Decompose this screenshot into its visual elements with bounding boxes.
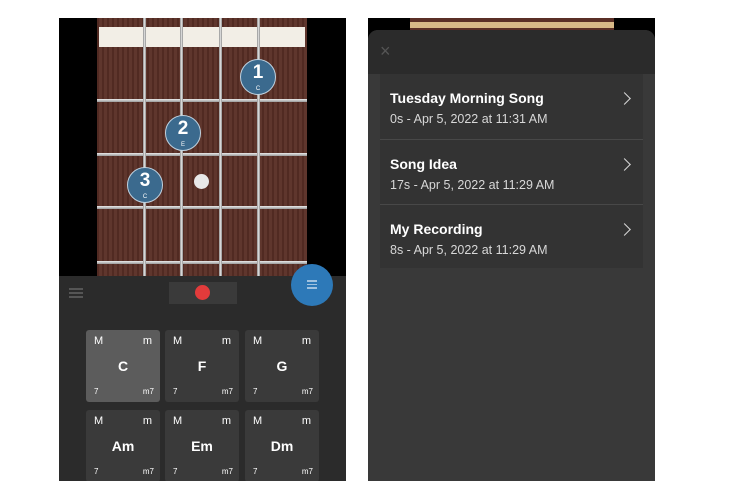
minor-seventh-toggle[interactable]: m7 bbox=[302, 467, 313, 476]
chord-control-panel: M m C 7 m7 M m F 7 m7 M m G 7 m7 M m Am … bbox=[59, 264, 346, 481]
finger-number: 1 bbox=[252, 62, 264, 83]
fretboard bbox=[97, 18, 307, 276]
list-item[interactable]: Tuesday Morning Song 0s - Apr 5, 2022 at… bbox=[380, 74, 643, 139]
chevron-right-icon bbox=[618, 223, 631, 236]
finger-note: E bbox=[180, 142, 185, 148]
finger-note: C bbox=[142, 194, 148, 200]
chord-name: Em bbox=[191, 438, 213, 454]
minor-seventh-toggle[interactable]: m7 bbox=[222, 467, 233, 476]
record-icon bbox=[195, 285, 210, 300]
minor-seventh-toggle[interactable]: m7 bbox=[302, 387, 313, 396]
recording-title: Song Idea bbox=[390, 156, 457, 172]
seventh-toggle[interactable]: 7 bbox=[253, 387, 257, 396]
major-toggle[interactable]: M bbox=[253, 415, 262, 427]
recording-meta: 17s - Apr 5, 2022 at 11:29 AM bbox=[390, 178, 555, 192]
finger-marker[interactable]: 2 E bbox=[165, 115, 201, 151]
fret bbox=[97, 99, 307, 102]
finger-marker[interactable]: 3 C bbox=[127, 167, 163, 203]
chevron-right-icon bbox=[618, 158, 631, 171]
string bbox=[257, 18, 260, 276]
seventh-toggle[interactable]: 7 bbox=[173, 467, 177, 476]
seventh-toggle[interactable]: 7 bbox=[94, 387, 98, 396]
minor-toggle[interactable]: m bbox=[143, 415, 152, 427]
recordings-sheet: × Tuesday Morning Song 0s - Apr 5, 2022 … bbox=[368, 30, 655, 481]
minor-toggle[interactable]: m bbox=[222, 335, 231, 347]
major-toggle[interactable]: M bbox=[173, 415, 182, 427]
close-icon[interactable]: × bbox=[380, 42, 391, 60]
recording-title: My Recording bbox=[390, 221, 483, 237]
minor-seventh-toggle[interactable]: m7 bbox=[143, 387, 154, 396]
chord-name: G bbox=[276, 358, 288, 374]
string bbox=[219, 18, 222, 276]
chord-name: Am bbox=[111, 438, 135, 454]
major-toggle[interactable]: M bbox=[94, 335, 103, 347]
recordings-screen: × Tuesday Morning Song 0s - Apr 5, 2022 … bbox=[368, 18, 655, 481]
recording-meta: 0s - Apr 5, 2022 at 11:31 AM bbox=[390, 112, 548, 126]
minor-toggle[interactable]: m bbox=[222, 415, 231, 427]
seventh-toggle[interactable]: 7 bbox=[94, 467, 98, 476]
record-button[interactable] bbox=[169, 282, 237, 304]
chord-button-g[interactable]: M m G 7 m7 bbox=[245, 330, 319, 402]
recording-title: Tuesday Morning Song bbox=[390, 90, 544, 106]
minor-seventh-toggle[interactable]: m7 bbox=[143, 467, 154, 476]
sheet-header: × bbox=[368, 30, 655, 74]
chord-button-em[interactable]: M m Em 7 m7 bbox=[165, 410, 239, 481]
recordings-list: Tuesday Morning Song 0s - Apr 5, 2022 at… bbox=[380, 74, 643, 268]
minor-seventh-toggle[interactable]: m7 bbox=[222, 387, 233, 396]
chord-name: F bbox=[197, 358, 207, 374]
seventh-toggle[interactable]: 7 bbox=[173, 387, 177, 396]
finger-note: C bbox=[255, 86, 261, 92]
nut bbox=[410, 22, 614, 28]
chord-name: Dm bbox=[270, 438, 294, 454]
chord-button-f[interactable]: M m F 7 m7 bbox=[165, 330, 239, 402]
fret bbox=[97, 261, 307, 264]
minor-toggle[interactable]: m bbox=[302, 335, 311, 347]
finger-number: 3 bbox=[139, 170, 151, 191]
chord-name: C bbox=[117, 358, 129, 374]
chord-player-screen: 1 C 2 E 3 C M m C 7 m7 M m F 7 m7 M m G … bbox=[59, 18, 346, 481]
minor-toggle[interactable]: m bbox=[143, 335, 152, 347]
chevron-right-icon bbox=[618, 92, 631, 105]
finger-marker[interactable]: 1 C bbox=[240, 59, 276, 95]
major-toggle[interactable]: M bbox=[173, 335, 182, 347]
recordings-list-button[interactable] bbox=[291, 264, 333, 306]
recording-meta: 8s - Apr 5, 2022 at 11:29 AM bbox=[390, 243, 548, 257]
fret-inlay-dot bbox=[194, 174, 209, 189]
major-toggle[interactable]: M bbox=[94, 415, 103, 427]
minor-toggle[interactable]: m bbox=[302, 415, 311, 427]
string bbox=[143, 18, 146, 276]
list-item[interactable]: My Recording 8s - Apr 5, 2022 at 11:29 A… bbox=[380, 204, 643, 269]
list-icon bbox=[307, 280, 317, 291]
fret bbox=[97, 206, 307, 209]
seventh-toggle[interactable]: 7 bbox=[253, 467, 257, 476]
chord-button-c[interactable]: M m C 7 m7 bbox=[86, 330, 160, 402]
major-toggle[interactable]: M bbox=[253, 335, 262, 347]
chord-button-dm[interactable]: M m Dm 7 m7 bbox=[245, 410, 319, 481]
fret bbox=[97, 153, 307, 156]
finger-number: 2 bbox=[177, 118, 189, 139]
list-item[interactable]: Song Idea 17s - Apr 5, 2022 at 11:29 AM bbox=[380, 139, 643, 204]
chord-button-am[interactable]: M m Am 7 m7 bbox=[86, 410, 160, 481]
menu-icon[interactable] bbox=[69, 288, 83, 298]
nut bbox=[99, 27, 305, 47]
